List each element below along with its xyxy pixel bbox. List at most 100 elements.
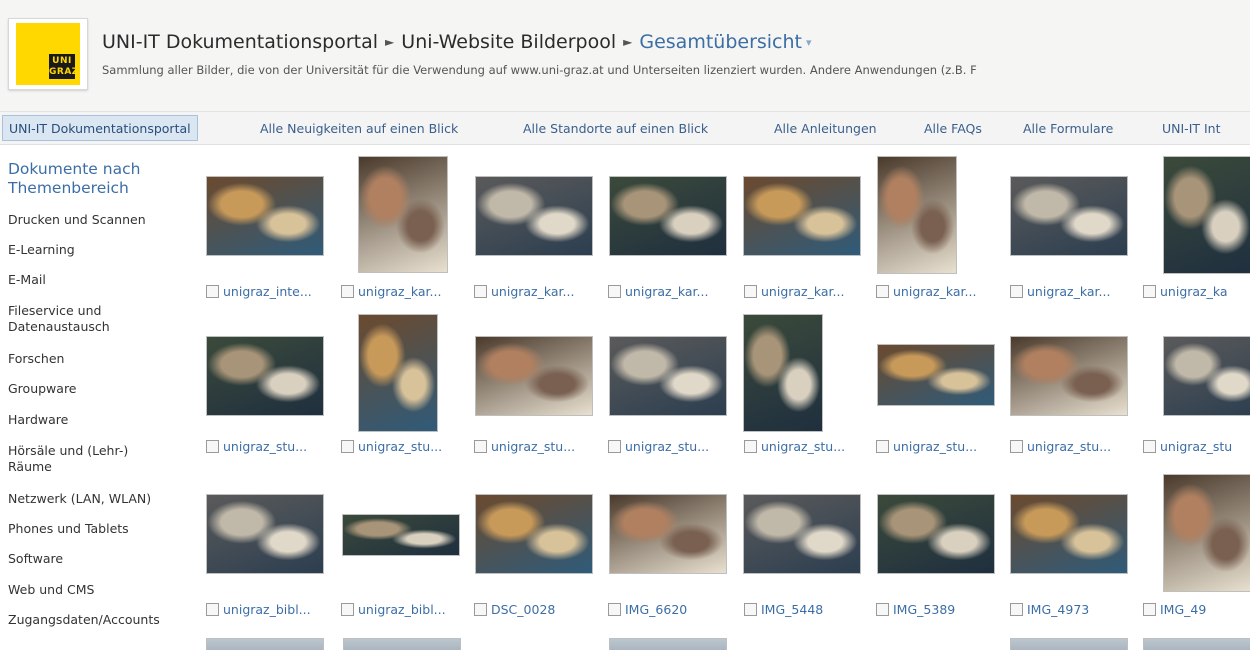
chevron-down-icon[interactable]: ▾ (806, 36, 812, 49)
image-caption[interactable]: unigraz_kar... (744, 284, 844, 299)
image-caption[interactable]: unigraz_kar... (1010, 284, 1110, 299)
image-thumbnail[interactable] (609, 336, 727, 416)
image-filename[interactable]: IMG_4973 (1027, 602, 1089, 617)
image-filename[interactable]: unigraz_stu... (761, 439, 845, 454)
leftnav-item-hoersaele[interactable]: Hörsäle und (Lehr-) Räume (8, 443, 168, 475)
image-thumbnail[interactable] (1163, 474, 1250, 592)
image-thumbnail[interactable] (1010, 638, 1128, 650)
image-caption[interactable]: unigraz_bibl... (341, 602, 446, 617)
select-checkbox[interactable] (206, 440, 219, 453)
image-filename[interactable]: unigraz_stu... (893, 439, 977, 454)
image-caption[interactable]: IMG_4973 (1010, 602, 1089, 617)
image-thumbnail[interactable] (1010, 336, 1128, 416)
image-filename[interactable]: unigraz_kar... (625, 284, 708, 299)
image-caption[interactable]: unigraz_ka (1143, 284, 1228, 299)
image-thumbnail[interactable] (343, 638, 461, 650)
image-caption[interactable]: unigraz_stu... (876, 439, 977, 454)
select-checkbox[interactable] (876, 603, 889, 616)
leftnav-item-e-mail[interactable]: E-Mail (8, 272, 193, 288)
image-caption[interactable]: IMG_6620 (608, 602, 687, 617)
breadcrumb-item-current[interactable]: Gesamtübersicht (639, 31, 802, 53)
topnav-item-portal[interactable]: UNI-IT Dokumentationsportal (2, 115, 198, 141)
select-checkbox[interactable] (206, 603, 219, 616)
select-checkbox[interactable] (341, 440, 354, 453)
image-filename[interactable]: unigraz_kar... (761, 284, 844, 299)
image-filename[interactable]: unigraz_stu... (223, 439, 307, 454)
image-filename[interactable]: unigraz_stu... (358, 439, 442, 454)
image-caption[interactable]: IMG_5448 (744, 602, 823, 617)
select-checkbox[interactable] (744, 285, 757, 298)
image-caption[interactable]: unigraz_kar... (341, 284, 441, 299)
image-thumbnail[interactable] (206, 494, 324, 574)
select-checkbox[interactable] (1143, 440, 1156, 453)
image-thumbnail[interactable] (877, 344, 995, 406)
leftnav-item-netzwerk[interactable]: Netzwerk (LAN, WLAN) (8, 491, 193, 507)
image-thumbnail[interactable] (475, 494, 593, 574)
leftnav-item-software[interactable]: Software (8, 551, 193, 567)
image-filename[interactable]: IMG_5448 (761, 602, 823, 617)
select-checkbox[interactable] (1010, 440, 1023, 453)
image-filename[interactable]: unigraz_stu... (625, 439, 709, 454)
image-thumbnail[interactable] (1143, 638, 1250, 650)
select-checkbox[interactable] (876, 285, 889, 298)
leftnav-item-forschen[interactable]: Forschen (8, 351, 193, 367)
image-thumbnail[interactable] (1010, 176, 1128, 256)
select-checkbox[interactable] (341, 285, 354, 298)
image-filename[interactable]: IMG_49 (1160, 602, 1206, 617)
image-filename[interactable]: unigraz_kar... (491, 284, 574, 299)
select-checkbox[interactable] (876, 440, 889, 453)
image-caption[interactable]: unigraz_kar... (474, 284, 574, 299)
image-thumbnail[interactable] (358, 156, 448, 273)
image-thumbnail[interactable] (743, 494, 861, 574)
image-thumbnail[interactable] (206, 336, 324, 416)
select-checkbox[interactable] (608, 603, 621, 616)
image-filename[interactable]: unigraz_stu... (491, 439, 575, 454)
image-caption[interactable]: unigraz_stu... (206, 439, 307, 454)
image-filename[interactable]: unigraz_bibl... (358, 602, 446, 617)
select-checkbox[interactable] (1010, 285, 1023, 298)
leftnav-item-hardware[interactable]: Hardware (8, 412, 193, 428)
topnav-item-anleitungen[interactable]: Alle Anleitungen (774, 116, 877, 142)
image-thumbnail[interactable] (1163, 156, 1250, 274)
image-caption[interactable]: unigraz_stu... (474, 439, 575, 454)
image-thumbnail[interactable] (206, 176, 324, 256)
topnav-item-standorte[interactable]: Alle Standorte auf einen Blick (523, 116, 708, 142)
image-filename[interactable]: unigraz_kar... (893, 284, 976, 299)
image-thumbnail[interactable] (877, 494, 995, 574)
image-filename[interactable]: unigraz_kar... (358, 284, 441, 299)
select-checkbox[interactable] (1143, 603, 1156, 616)
image-thumbnail[interactable] (609, 176, 727, 256)
image-thumbnail[interactable] (342, 514, 460, 556)
leftnav-item-groupware[interactable]: Groupware (8, 381, 193, 397)
breadcrumb-item-bilderpool[interactable]: Uni-Website Bilderpool (401, 31, 616, 53)
image-thumbnail[interactable] (358, 314, 438, 432)
topnav-item-uni-it-int[interactable]: UNI-IT Int (1162, 116, 1221, 142)
image-thumbnail[interactable] (609, 638, 727, 650)
leftnav-item-zugangsdaten[interactable]: Zugangsdaten/Accounts (8, 612, 193, 628)
leftnav-item-fileservice[interactable]: Fileservice und Datenaustausch (8, 303, 148, 335)
topnav-item-formulare[interactable]: Alle Formulare (1023, 116, 1113, 142)
image-filename[interactable]: unigraz_ka (1160, 284, 1228, 299)
leftnav-item-drucken[interactable]: Drucken und Scannen (8, 212, 193, 228)
select-checkbox[interactable] (206, 285, 219, 298)
select-checkbox[interactable] (474, 440, 487, 453)
image-filename[interactable]: unigraz_bibl... (223, 602, 311, 617)
select-checkbox[interactable] (1010, 603, 1023, 616)
uni-graz-logo[interactable]: UNI GRAZ (8, 18, 88, 90)
select-checkbox[interactable] (608, 285, 621, 298)
image-thumbnail[interactable] (475, 176, 593, 256)
image-caption[interactable]: IMG_49 (1143, 602, 1206, 617)
image-caption[interactable]: unigraz_stu... (744, 439, 845, 454)
select-checkbox[interactable] (474, 603, 487, 616)
image-filename[interactable]: DSC_0028 (491, 602, 555, 617)
topnav-item-neuigkeiten[interactable]: Alle Neuigkeiten auf einen Blick (260, 116, 458, 142)
leftnav-heading[interactable]: Dokumente nach Themenbereich (8, 160, 178, 198)
image-caption[interactable]: unigraz_bibl... (206, 602, 311, 617)
select-checkbox[interactable] (608, 440, 621, 453)
image-caption[interactable]: unigraz_stu... (341, 439, 442, 454)
image-thumbnail[interactable] (1010, 494, 1128, 574)
leftnav-item-e-learning[interactable]: E-Learning (8, 242, 193, 258)
select-checkbox[interactable] (474, 285, 487, 298)
image-caption[interactable]: IMG_5389 (876, 602, 955, 617)
image-filename[interactable]: unigraz_stu... (1027, 439, 1111, 454)
